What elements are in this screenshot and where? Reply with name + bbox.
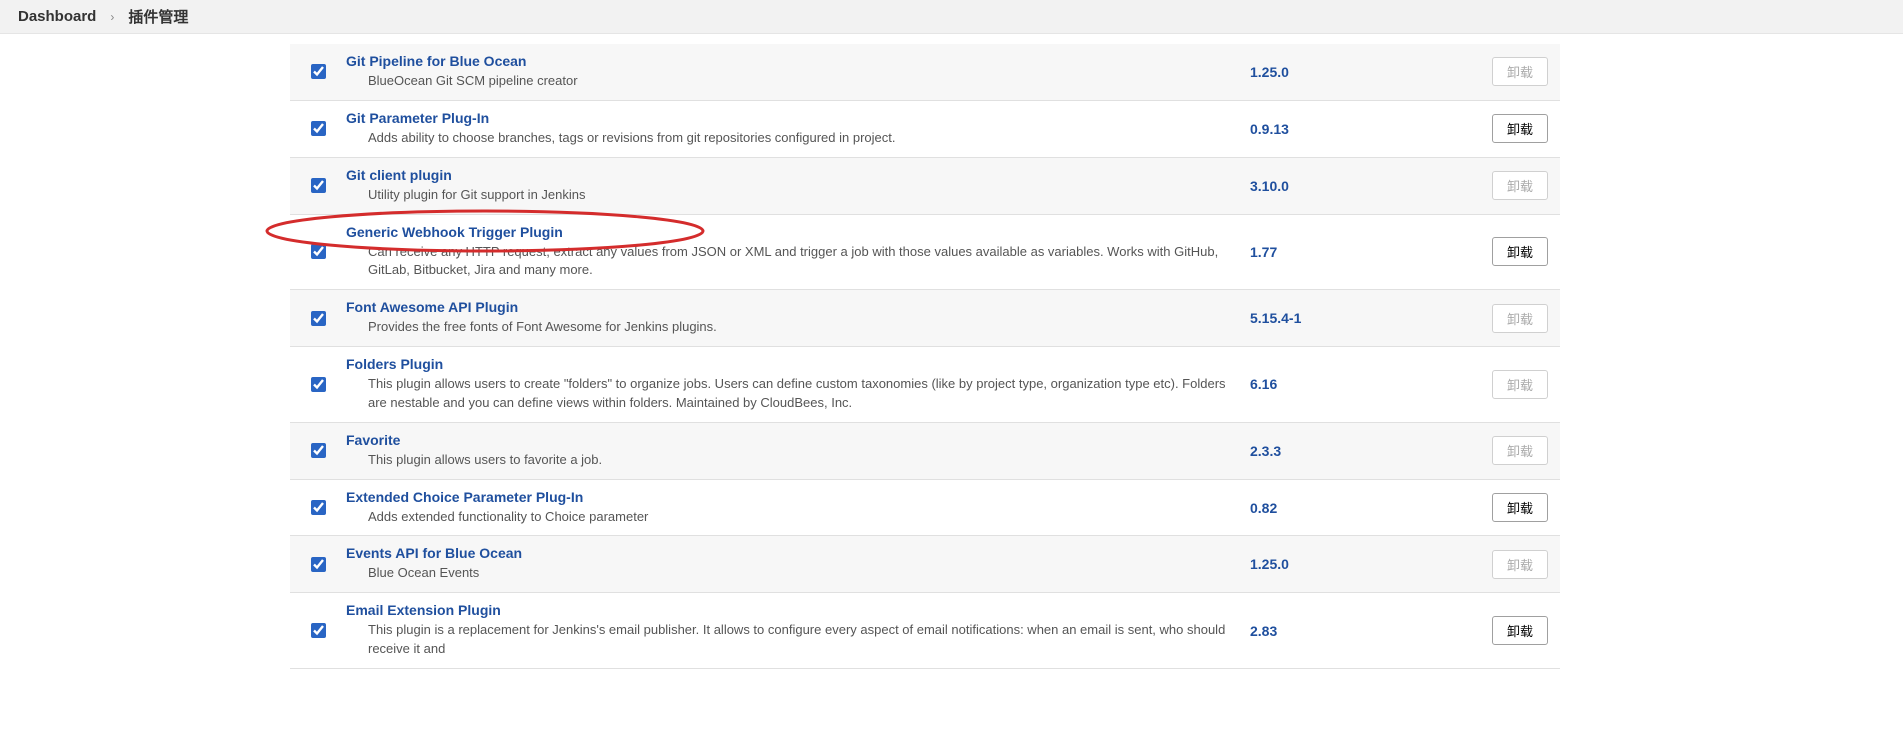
plugin-name-link[interactable]: Favorite (346, 432, 400, 448)
plugin-description: Utility plugin for Git support in Jenkin… (368, 186, 1230, 205)
plugin-version[interactable]: 0.82 (1250, 500, 1480, 516)
plugin-version[interactable]: 6.16 (1250, 376, 1480, 392)
plugin-info-cell: Generic Webhook Trigger Plugin Can receiv… (346, 224, 1250, 281)
plugin-checkbox[interactable] (311, 244, 326, 259)
plugin-version[interactable]: 5.15.4-1 (1250, 310, 1480, 326)
plugin-version[interactable]: 3.10.0 (1250, 178, 1480, 194)
plugin-info-cell: Extended Choice Parameter Plug-In Adds ex… (346, 489, 1250, 527)
plugin-checkbox-cell (290, 118, 346, 139)
plugin-checkbox[interactable] (311, 311, 326, 326)
plugin-description: Blue Ocean Events (368, 564, 1230, 583)
uninstall-button: 卸载 (1492, 57, 1548, 86)
plugin-checkbox[interactable] (311, 121, 326, 136)
plugin-name-link[interactable]: Folders Plugin (346, 356, 443, 372)
plugin-name-link[interactable]: Events API for Blue Ocean (346, 545, 522, 561)
plugin-checkbox[interactable] (311, 377, 326, 392)
uninstall-button[interactable]: 卸载 (1492, 493, 1548, 522)
plugin-action-cell: 卸载 (1480, 304, 1560, 333)
plugin-checkbox[interactable] (311, 623, 326, 638)
plugin-row: Events API for Blue Ocean Blue Ocean Even… (290, 536, 1560, 593)
plugin-version[interactable]: 2.83 (1250, 623, 1480, 639)
plugin-info-cell: Favorite This plugin allows users to favo… (346, 432, 1250, 470)
plugin-name-link[interactable]: Generic Webhook Trigger Plugin (346, 224, 563, 240)
plugin-checkbox-cell (290, 620, 346, 641)
plugin-row: Favorite This plugin allows users to favo… (290, 423, 1560, 480)
plugin-info-cell: Git Parameter Plug-In Adds ability to cho… (346, 110, 1250, 148)
plugin-description: This plugin allows users to favorite a j… (368, 451, 1230, 470)
plugin-checkbox[interactable] (311, 178, 326, 193)
plugin-description: BlueOcean Git SCM pipeline creator (368, 72, 1230, 91)
plugin-checkbox[interactable] (311, 557, 326, 572)
plugin-row: Git Parameter Plug-In Adds ability to cho… (290, 101, 1560, 158)
plugin-action-cell: 卸载 (1480, 171, 1560, 200)
plugin-action-cell: 卸载 (1480, 550, 1560, 579)
plugin-info-cell: Git client plugin Utility plugin for Git … (346, 167, 1250, 205)
plugin-row: Folders Plugin This plugin allows users t… (290, 347, 1560, 423)
uninstall-button: 卸载 (1492, 370, 1548, 399)
plugin-checkbox-cell (290, 175, 346, 196)
plugin-description: Provides the free fonts of Font Awesome … (368, 318, 1230, 337)
chevron-right-icon: › (110, 10, 114, 24)
plugin-table: Git Pipeline for Blue Ocean BlueOcean Git… (290, 44, 1560, 669)
plugin-action-cell: 卸载 (1480, 370, 1560, 399)
plugin-checkbox-cell (290, 308, 346, 329)
plugin-description: This plugin is a replacement for Jenkins… (368, 621, 1230, 659)
plugin-checkbox[interactable] (311, 500, 326, 515)
plugin-checkbox[interactable] (311, 443, 326, 458)
plugin-description: This plugin allows users to create "fold… (368, 375, 1230, 413)
plugin-description: Adds extended functionality to Choice pa… (368, 508, 1230, 527)
plugin-version[interactable]: 2.3.3 (1250, 443, 1480, 459)
plugin-info-cell: Font Awesome API Plugin Provides the free… (346, 299, 1250, 337)
plugin-name-link[interactable]: Git Pipeline for Blue Ocean (346, 53, 526, 69)
plugin-version[interactable]: 1.77 (1250, 244, 1480, 260)
uninstall-button: 卸载 (1492, 436, 1548, 465)
plugin-checkbox-cell (290, 374, 346, 395)
plugin-checkbox-cell (290, 440, 346, 461)
uninstall-button[interactable]: 卸载 (1492, 237, 1548, 266)
uninstall-button: 卸载 (1492, 550, 1548, 579)
plugin-row: Generic Webhook Trigger Plugin Can receiv… (290, 215, 1560, 291)
breadcrumb-plugin-manager[interactable]: 插件管理 (128, 6, 188, 27)
plugin-row: Git client plugin Utility plugin for Git … (290, 158, 1560, 215)
plugin-checkbox[interactable] (311, 64, 326, 79)
plugin-checkbox-cell (290, 61, 346, 82)
plugin-row: Git Pipeline for Blue Ocean BlueOcean Git… (290, 44, 1560, 101)
uninstall-button[interactable]: 卸载 (1492, 616, 1548, 645)
plugin-action-cell: 卸载 (1480, 436, 1560, 465)
plugin-name-link[interactable]: Font Awesome API Plugin (346, 299, 518, 315)
plugin-name-link[interactable]: Email Extension Plugin (346, 602, 501, 618)
plugin-action-cell: 卸载 (1480, 493, 1560, 522)
plugin-action-cell: 卸载 (1480, 57, 1560, 86)
plugin-checkbox-cell (290, 554, 346, 575)
plugin-action-cell: 卸载 (1480, 616, 1560, 645)
breadcrumb: Dashboard › 插件管理 (0, 0, 1903, 34)
uninstall-button[interactable]: 卸载 (1492, 114, 1548, 143)
plugin-name-link[interactable]: Git client plugin (346, 167, 452, 183)
plugin-row: Font Awesome API Plugin Provides the free… (290, 290, 1560, 347)
plugin-info-cell: Events API for Blue Ocean Blue Ocean Even… (346, 545, 1250, 583)
breadcrumb-dashboard[interactable]: Dashboard (18, 8, 96, 25)
plugin-action-cell: 卸载 (1480, 114, 1560, 143)
plugin-name-link[interactable]: Git Parameter Plug-In (346, 110, 489, 126)
plugin-info-cell: Git Pipeline for Blue Ocean BlueOcean Git… (346, 53, 1250, 91)
plugin-version[interactable]: 1.25.0 (1250, 64, 1480, 80)
plugin-info-cell: Email Extension Plugin This plugin is a r… (346, 602, 1250, 659)
plugin-checkbox-cell (290, 241, 346, 262)
plugin-description: Adds ability to choose branches, tags or… (368, 129, 1230, 148)
plugin-action-cell: 卸载 (1480, 237, 1560, 266)
plugin-name-link[interactable]: Extended Choice Parameter Plug-In (346, 489, 583, 505)
plugin-version[interactable]: 0.9.13 (1250, 121, 1480, 137)
plugin-description: Can receive any HTTP request, extract an… (368, 243, 1230, 281)
plugin-checkbox-cell (290, 497, 346, 518)
plugin-row: Email Extension Plugin This plugin is a r… (290, 593, 1560, 669)
plugin-info-cell: Folders Plugin This plugin allows users t… (346, 356, 1250, 413)
uninstall-button: 卸载 (1492, 171, 1548, 200)
plugin-version[interactable]: 1.25.0 (1250, 556, 1480, 572)
uninstall-button: 卸载 (1492, 304, 1548, 333)
plugin-row: Extended Choice Parameter Plug-In Adds ex… (290, 480, 1560, 537)
